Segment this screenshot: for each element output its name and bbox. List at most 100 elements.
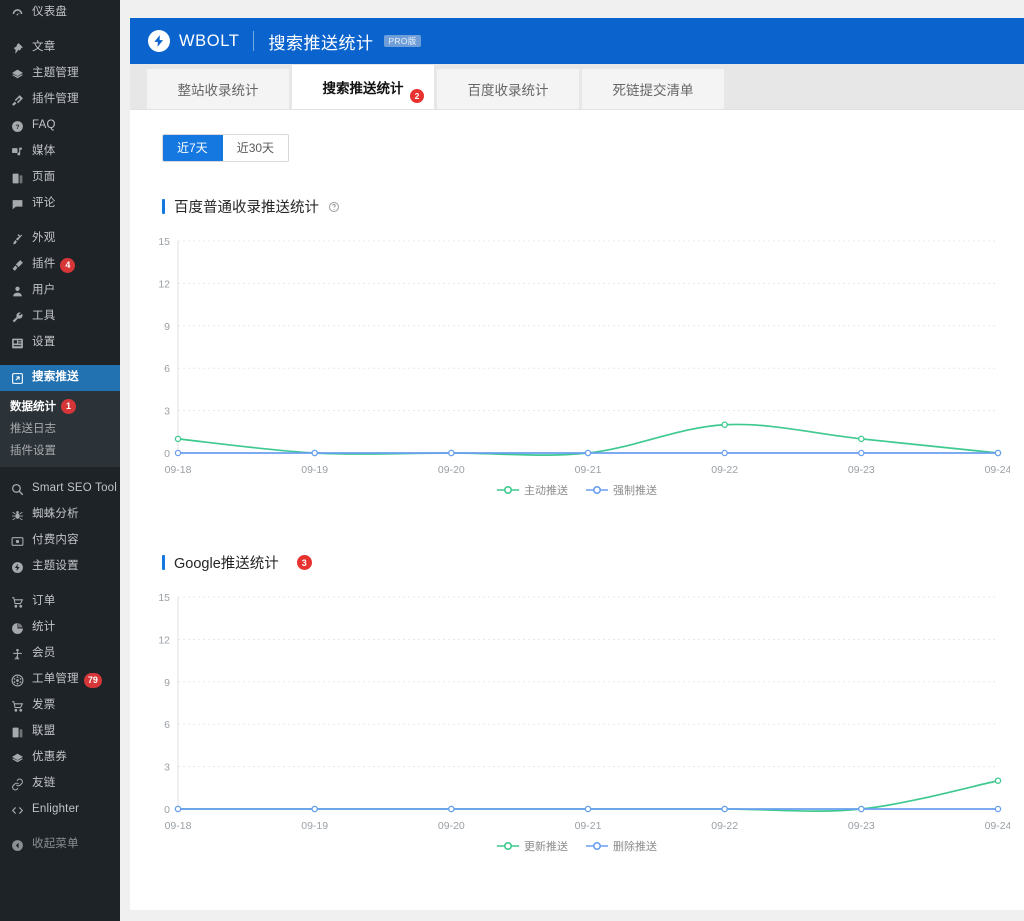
svg-text:15: 15	[158, 592, 170, 604]
svg-text:09-22: 09-22	[711, 464, 738, 476]
chart-baidu-svg: 0 3 6 9 12 15 09-18 09-19 09-20 09-21 09-22 09-23 09…	[158, 236, 1010, 476]
sidebar-item-18[interactable]: 订单	[0, 589, 120, 615]
sidebar-item-label: 工具	[32, 310, 56, 323]
sidebar-item-label: 订单	[32, 595, 56, 608]
bolt-icon	[8, 558, 26, 576]
legend-item-1[interactable]: 删除推送	[586, 838, 657, 854]
layers-icon	[8, 65, 26, 83]
svg-text:09-23: 09-23	[848, 464, 875, 476]
sidebar-item-5[interactable]: 媒体	[0, 139, 120, 165]
sidebar-item-2[interactable]: 主题管理	[0, 61, 120, 87]
sidebar-subitem-1[interactable]: 推送日志	[0, 417, 120, 439]
sidebar-item-label: 统计	[32, 621, 56, 634]
sidebar-item-13[interactable]: 搜索推送	[0, 365, 120, 391]
media-icon	[8, 143, 26, 161]
sidebar-subitem-badge: 1	[61, 398, 76, 414]
sidebar-item-20[interactable]: 会员	[0, 641, 120, 667]
tab-1[interactable]: 搜索推送统计 2	[292, 65, 434, 109]
menu-divider	[0, 823, 120, 832]
svg-text:0: 0	[164, 448, 170, 460]
sidebar-item-0[interactable]: 仪表盘	[0, 0, 120, 26]
sidebar-subitem-2[interactable]: 插件设置	[0, 439, 120, 461]
legend-item-0[interactable]: 更新推送	[497, 838, 568, 854]
legend-marker-icon	[586, 485, 608, 495]
sidebar-item-label: 用户	[32, 284, 56, 297]
tab-badge: 2	[410, 89, 424, 103]
sidebar-item-25[interactable]: 友链	[0, 771, 120, 797]
sidebar-item-17[interactable]: 主题设置	[0, 554, 120, 580]
member-icon	[8, 645, 26, 663]
sidebar-item-3[interactable]: 插件管理	[0, 87, 120, 113]
sidebar-item-label: 主题设置	[32, 560, 79, 573]
sidebar-item-15[interactable]: 蜘蛛分析	[0, 502, 120, 528]
sidebar-subitem-label: 数据统计	[10, 401, 56, 413]
sidebar-item-label: 蜘蛛分析	[32, 508, 79, 521]
sidebar-item-label: 会员	[32, 647, 56, 660]
svg-text:09-18: 09-18	[165, 820, 192, 832]
sidebar-item-label: 主题管理	[32, 67, 79, 80]
legend-item-1[interactable]: 强制推送	[586, 482, 657, 498]
legend-marker-icon	[497, 841, 519, 851]
sidebar-item-10[interactable]: 用户	[0, 278, 120, 304]
legend-label: 强制推送	[613, 485, 657, 497]
svg-text:09-22: 09-22	[711, 820, 738, 832]
sidebar-item-1[interactable]: 文章	[0, 35, 120, 61]
chart-baidu: 0 3 6 9 12 15 09-18 09-19 09-20 09-21 09-22 09-23 09…	[130, 233, 1024, 498]
tab-label: 搜索推送统计	[322, 81, 404, 96]
svg-text:09-19: 09-19	[301, 464, 328, 476]
sidebar-item-badge: 79	[83, 672, 102, 688]
chart-google-legend: 更新推送 删除推送	[130, 838, 1024, 854]
tab-0[interactable]: 整站收录统计	[147, 69, 289, 109]
sidebar-item-21[interactable]: 工单管理 79	[0, 667, 120, 693]
tab-2[interactable]: 百度收录统计	[437, 69, 579, 109]
date-range-selector[interactable]: 近7天 近30天	[162, 134, 290, 162]
svg-text:09-21: 09-21	[575, 464, 602, 476]
tab-label: 百度收录统计	[467, 83, 549, 98]
svg-text:?: ?	[15, 123, 19, 130]
sidebar-item-badge: 4	[60, 257, 76, 273]
question-circle-icon[interactable]	[328, 201, 340, 213]
sidebar-item-6[interactable]: 页面	[0, 165, 120, 191]
sidebar-item-26[interactable]: Enlighter	[0, 797, 120, 823]
sidebar-item-8[interactable]: 外观	[0, 226, 120, 252]
legend-item-0[interactable]: 主动推送	[497, 482, 568, 498]
sidebar-item-19[interactable]: 统计	[0, 615, 120, 641]
sidebar-submenu: 数据统计 1 推送日志 插件设置	[0, 391, 120, 467]
pro-badge: PRO版	[384, 34, 421, 48]
svg-text:9: 9	[164, 321, 170, 333]
svg-text:6: 6	[164, 363, 170, 375]
section-title-baidu: 百度普通收录推送统计	[162, 196, 1024, 217]
sidebar-item-label: 页面	[32, 171, 56, 184]
sidebar-item-label: 文章	[32, 41, 56, 54]
sidebar-item-16[interactable]: 付费内容	[0, 528, 120, 554]
sidebar-item-24[interactable]: 优惠券	[0, 745, 120, 771]
sidebar-item-12[interactable]: 设置	[0, 330, 120, 356]
sidebar-item-9[interactable]: 插件 4	[0, 252, 120, 278]
sidebar-item-14[interactable]: Smart SEO Tool	[0, 476, 120, 502]
title-accent-bar	[162, 555, 165, 570]
range-button-0[interactable]: 近7天	[163, 135, 223, 161]
status-badge: 3	[296, 555, 312, 570]
title-accent-bar	[162, 199, 165, 214]
content-panel: 近7天 近30天 百度普通收录推送统计 0 3 6 9 12 15 09-18 09-19 09-…	[130, 110, 1024, 910]
tab-label: 整站收录统计	[177, 83, 259, 98]
sidebar-item-label: Smart SEO Tool	[32, 482, 118, 495]
svg-text:15: 15	[158, 236, 170, 248]
cart-icon	[8, 593, 26, 611]
sidebar-item-11[interactable]: 工具	[0, 304, 120, 330]
page-icon	[8, 723, 26, 741]
sidebar-item-22[interactable]: 发票	[0, 693, 120, 719]
comment-icon	[8, 195, 26, 213]
legend-label: 主动推送	[524, 485, 568, 497]
sidebar-subitem-0[interactable]: 数据统计 1	[0, 395, 120, 417]
sidebar-item-4[interactable]: ? FAQ	[0, 113, 120, 139]
user-icon	[8, 282, 26, 300]
svg-text:6: 6	[164, 719, 170, 731]
sidebar-item-27[interactable]: 收起菜单	[0, 832, 120, 858]
section-label: Google推送统计	[174, 556, 279, 572]
sidebar-item-23[interactable]: 联盟	[0, 719, 120, 745]
menu-divider	[0, 217, 120, 226]
sidebar-item-7[interactable]: 评论	[0, 191, 120, 217]
range-button-1[interactable]: 近30天	[222, 135, 289, 161]
tab-3[interactable]: 死链提交清单	[582, 69, 724, 109]
